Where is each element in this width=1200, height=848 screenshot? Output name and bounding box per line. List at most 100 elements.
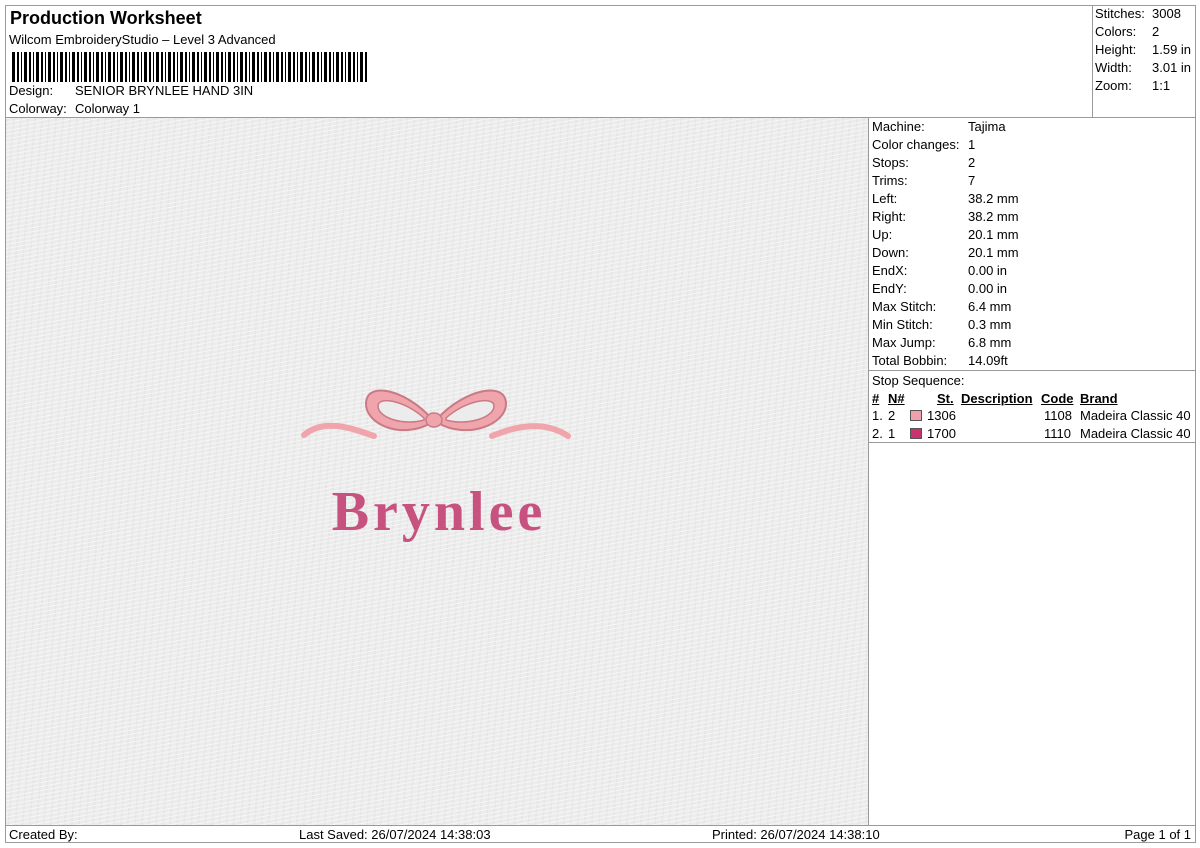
needle-number: 2 xyxy=(888,408,896,423)
barcode-bar xyxy=(324,52,327,82)
barcode-bar xyxy=(161,52,163,82)
barcode-bar xyxy=(65,52,67,82)
barcode-bar xyxy=(309,52,310,82)
colorway-name: Colorway 1 xyxy=(75,101,141,116)
color-swatch xyxy=(910,410,922,421)
worksheet-footer: Created By: Last Saved: 26/07/2024 14:38… xyxy=(5,825,1196,843)
barcode-bar xyxy=(237,52,238,82)
height-value: 1.59 in xyxy=(1152,42,1192,57)
design-lettering: Brynlee xyxy=(332,481,547,543)
param-label: Up: xyxy=(872,227,893,242)
param-row: EndX: 0.00 in xyxy=(872,263,1007,278)
barcode-bar xyxy=(288,52,291,82)
barcode-bar xyxy=(113,52,115,82)
param-value: 38.2 mm xyxy=(968,191,1019,206)
barcode-bar xyxy=(153,52,154,82)
param-row: Machine: Tajima xyxy=(872,119,1006,134)
param-value: 7 xyxy=(968,173,976,188)
color-swatch xyxy=(910,428,922,439)
zoom-label: Zoom: xyxy=(1095,78,1132,93)
colors-row: Colors: 2 xyxy=(1095,24,1159,39)
design-preview: Brynlee xyxy=(5,117,869,826)
stitches-row: Stitches: 3008 xyxy=(1095,6,1181,21)
thread-code: 1108 xyxy=(1044,408,1072,423)
param-row: Stops: 2 xyxy=(872,155,975,170)
barcode-bar xyxy=(257,52,259,82)
param-value: 1 xyxy=(968,137,976,152)
barcode xyxy=(12,52,367,82)
param-value: 2 xyxy=(968,155,976,170)
barcode-bar xyxy=(209,52,211,82)
barcode-bar xyxy=(225,52,226,82)
col-header-num: # xyxy=(872,391,880,406)
param-row: Down: 20.1 mm xyxy=(872,245,1019,260)
barcode-bar xyxy=(357,52,358,82)
param-row: Color changes: 1 xyxy=(872,137,975,152)
barcode-bar xyxy=(141,52,142,82)
stop-sequence: Stop Sequence: # N# St. Description Code… xyxy=(869,370,1195,443)
barcode-bar xyxy=(24,52,27,82)
param-label: Min Stitch: xyxy=(872,317,933,332)
barcode-bar xyxy=(77,52,79,82)
colorway-row: Colorway: Colorway 1 xyxy=(9,101,140,116)
barcode-bar xyxy=(321,52,322,82)
barcode-bar xyxy=(285,52,286,82)
barcode-bar xyxy=(312,52,315,82)
barcode-bar xyxy=(249,52,250,82)
barcode-bar xyxy=(305,52,307,82)
param-value: Tajima xyxy=(968,119,1006,134)
barcode-bar xyxy=(89,52,91,82)
barcode-bar xyxy=(197,52,199,82)
barcode-bar xyxy=(293,52,295,82)
barcode-bar xyxy=(36,52,39,82)
param-label: Left: xyxy=(872,191,898,206)
barcode-bar xyxy=(173,52,175,82)
barcode-bar xyxy=(228,52,231,82)
param-value: 38.2 mm xyxy=(968,209,1019,224)
barcode-bar xyxy=(261,52,262,82)
col-header-code: Code xyxy=(1041,391,1074,406)
param-value: 0.00 in xyxy=(968,263,1008,278)
barcode-bar xyxy=(105,52,106,82)
barcode-bar xyxy=(41,52,43,82)
param-label: Total Bobbin: xyxy=(872,353,948,368)
barcode-bar xyxy=(101,52,103,82)
barcode-bar xyxy=(348,52,351,82)
barcode-bar xyxy=(17,52,19,82)
barcode-bar xyxy=(252,52,255,82)
barcode-bar xyxy=(48,52,51,82)
param-label: Color changes: xyxy=(872,137,960,152)
worksheet-header: Production Worksheet Wilcom EmbroiderySt… xyxy=(5,5,1093,118)
barcode-bar xyxy=(276,52,279,82)
param-value: 6.8 mm xyxy=(968,335,1012,350)
barcode-bar xyxy=(96,52,99,82)
param-row: Total Bobbin: 14.09ft xyxy=(872,353,1008,368)
barcode-bar xyxy=(84,52,87,82)
barcode-bar xyxy=(125,52,127,82)
height-row: Height: 1.59 in xyxy=(1095,42,1191,57)
param-value: 14.09ft xyxy=(968,353,1008,368)
barcode-bar xyxy=(60,52,63,82)
barcode-bar xyxy=(53,52,55,82)
barcode-bar xyxy=(216,52,219,82)
summary-panel: Stitches: 3008 Colors: 2 Height: 1.59 in Wi… xyxy=(1092,5,1196,118)
param-row: Up: 20.1 mm xyxy=(872,227,1019,242)
barcode-bar xyxy=(177,52,178,82)
barcode-bar xyxy=(185,52,187,82)
barcode-bar xyxy=(317,52,319,82)
barcode-bar xyxy=(264,52,267,82)
param-label: Max Jump: xyxy=(872,335,936,350)
stop-index: 2. xyxy=(872,426,883,441)
barcode-bar xyxy=(365,52,367,82)
stitches-label: Stitches: xyxy=(1095,6,1145,21)
stitches-value: 3008 xyxy=(1152,6,1181,21)
param-value: 0.00 in xyxy=(968,281,1008,296)
design-name: SENIOR BRYNLEE HAND 3IN xyxy=(75,83,254,98)
parameters-panel: Machine: Tajima Color changes: 1 Stops: 2 Trim… xyxy=(868,117,1196,826)
stitch-count: 1700 xyxy=(927,426,956,441)
zoom-value: 1:1 xyxy=(1152,78,1171,93)
stop-sequence-title: Stop Sequence: xyxy=(872,373,965,388)
barcode-bar xyxy=(329,52,331,82)
printed-date: Printed: 26/07/2024 14:38:10 xyxy=(712,827,880,842)
barcode-bar xyxy=(165,52,166,82)
